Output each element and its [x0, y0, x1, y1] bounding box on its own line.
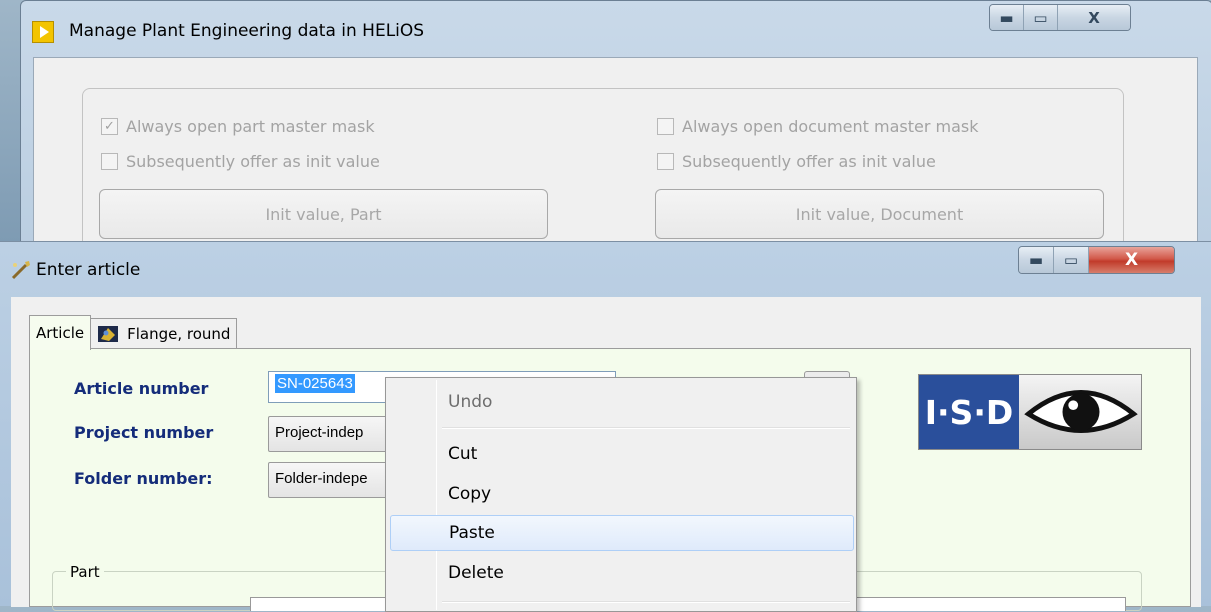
window-title: Manage Plant Engineering data in HELiOS [69, 21, 425, 41]
window-client-area: ✓ Always open part master mask Subsequen… [33, 57, 1198, 271]
title-bar[interactable]: Manage Plant Engineering data in HELiOS … [21, 1, 1211, 57]
menu-item-delete[interactable]: Delete [390, 555, 854, 591]
caption-buttons: ▬ ▭ X [989, 4, 1131, 31]
always-open-doc-checkbox[interactable] [657, 118, 674, 135]
always-open-doc-label: Always open document master mask [682, 117, 979, 136]
master-mask-options-group: ✓ Always open part master mask Subsequen… [82, 88, 1124, 258]
subsequently-doc-checkbox[interactable] [657, 153, 674, 170]
always-open-part-checkbox[interactable]: ✓ [101, 118, 118, 135]
caption-buttons: ▬ ▭ X [1018, 246, 1175, 274]
close-button[interactable]: X [1089, 247, 1174, 273]
tab-article[interactable]: Article [29, 315, 92, 350]
folder-number-combo[interactable]: Folder-indepe [268, 462, 398, 498]
init-value-part-button[interactable]: Init value, Part [99, 189, 548, 239]
menu-item-paste-label: Paste [449, 523, 495, 543]
menu-separator [442, 427, 850, 429]
article-number-label: Article number [74, 379, 209, 398]
close-button[interactable]: X [1058, 5, 1130, 30]
subsequently-part-checkbox[interactable] [101, 153, 118, 170]
edit-wand-icon [11, 261, 30, 280]
folder-number-label: Folder number: [74, 469, 213, 488]
tab-strip: Article Flange, round [29, 315, 238, 350]
maximize-button[interactable]: ▭ [1054, 247, 1089, 273]
always-open-doc-option: Always open document master mask [657, 117, 979, 136]
context-menu: Undo Cut Copy Paste Delete [385, 377, 857, 612]
article-number-value: SN-025643 [275, 374, 355, 393]
window-title: Enter article [36, 260, 141, 280]
menu-item-undo[interactable]: Undo [390, 384, 854, 420]
menu-item-cut[interactable]: Cut [390, 436, 854, 472]
menu-item-cut-label: Cut [448, 444, 478, 464]
part-group-label: Part [66, 563, 104, 581]
flange-icon [98, 326, 119, 342]
subsequently-doc-option: Subsequently offer as init value [657, 152, 936, 171]
project-number-combo[interactable]: Project-indep [268, 416, 398, 452]
eye-icon [1019, 375, 1141, 449]
always-open-part-option: ✓ Always open part master mask [101, 117, 375, 136]
minimize-button[interactable]: ▬ [990, 5, 1024, 30]
menu-item-copy[interactable]: Copy [390, 476, 854, 512]
tab-article-label: Article [36, 324, 85, 342]
tab-flange-label: Flange, round [127, 325, 231, 343]
minimize-button[interactable]: ▬ [1019, 247, 1054, 273]
tab-flange-round[interactable]: Flange, round [91, 318, 238, 349]
always-open-part-label: Always open part master mask [126, 117, 375, 136]
subsequently-part-label: Subsequently offer as init value [126, 152, 380, 171]
isd-logo-text: I·S·D [924, 392, 1014, 432]
menu-item-paste[interactable]: Paste [390, 515, 854, 551]
init-value-document-button[interactable]: Init value, Document [655, 189, 1104, 239]
isd-logo: I·S·D [918, 374, 1142, 450]
menu-separator [442, 601, 850, 603]
helios-app-icon [32, 21, 54, 43]
menu-item-copy-label: Copy [448, 484, 492, 504]
subsequently-part-option: Subsequently offer as init value [101, 152, 380, 171]
menu-item-undo-label: Undo [448, 392, 493, 412]
manage-plant-window: Manage Plant Engineering data in HELiOS … [20, 0, 1211, 271]
project-number-label: Project number [74, 423, 214, 442]
folder-number-value: Folder-indepe [275, 470, 368, 487]
menu-item-delete-label: Delete [448, 563, 504, 583]
maximize-button[interactable]: ▭ [1024, 5, 1058, 30]
subsequently-doc-label: Subsequently offer as init value [682, 152, 936, 171]
project-number-value: Project-indep [275, 424, 364, 441]
